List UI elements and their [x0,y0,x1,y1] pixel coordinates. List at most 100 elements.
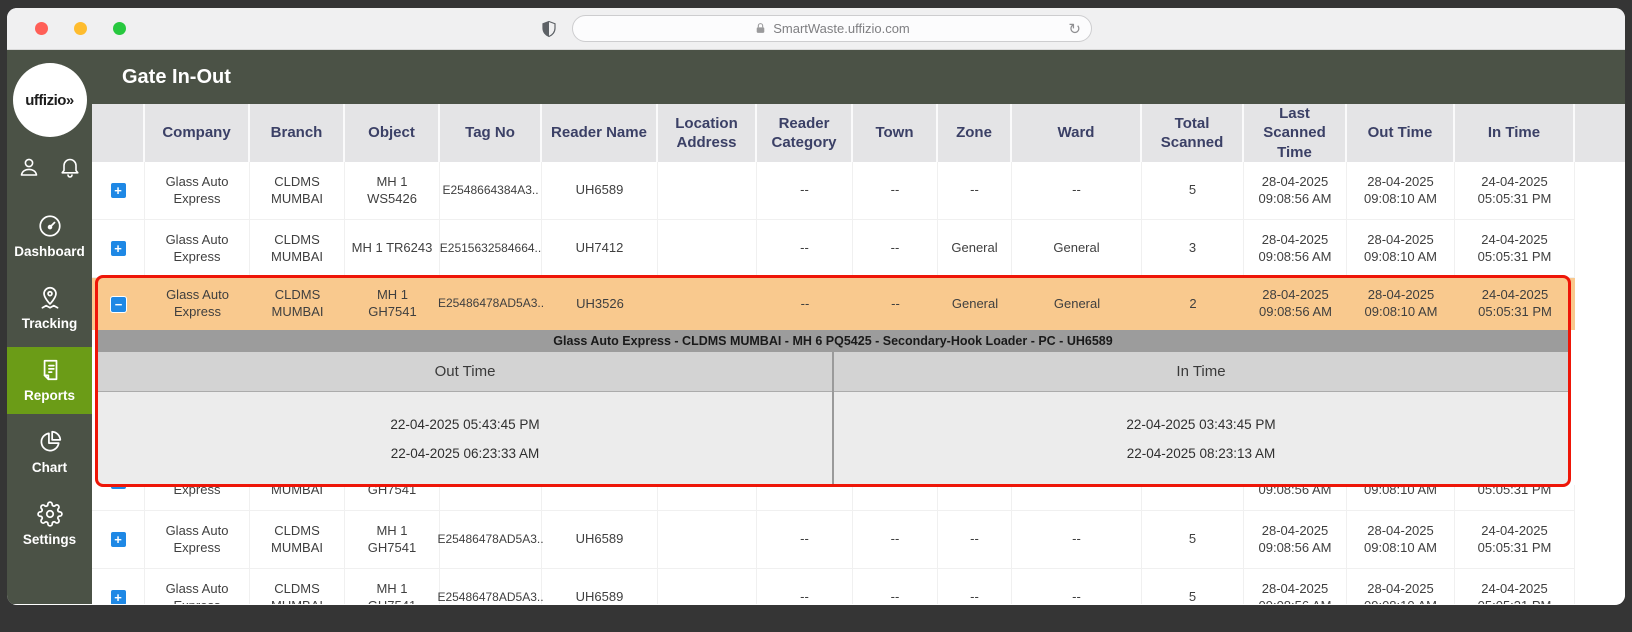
out-time-value: 22-04-2025 06:23:33 AM [390,445,540,461]
column-header-in-time[interactable]: In Time [1455,104,1575,162]
column-header-reader-category[interactable]: Reader Category [757,104,853,162]
cell-reader-category: -- [800,295,810,311]
cell-town: -- [853,162,938,219]
window-close-button[interactable] [35,22,48,35]
cell-object: MH 1 WS5426 [345,162,440,219]
column-header-total-scanned[interactable]: Total Scanned [1142,104,1244,162]
cell-total-scanned: 3 [1142,220,1244,277]
column-header-tag-no[interactable]: Tag No [440,104,542,162]
cell-object: MH 1 GH7541 [345,511,440,568]
cell-zone: General [951,295,999,311]
table-header: Company Branch Object Tag No Reader Name… [92,104,1625,162]
sidebar-item-dashboard[interactable]: Dashboard [7,203,92,270]
sidebar-item-label: Settings [22,532,77,547]
column-header-town[interactable]: Town [853,104,938,162]
cell-in-time: 24-04-2025 05:05:31 PM [1455,485,1575,510]
cell-tag-no: E2548664384A3.. [440,162,542,219]
cell-location-address [658,485,757,510]
cell-ward: -- [1012,569,1142,604]
cell-company: Glass Auto Express [166,287,229,319]
cell-ward: General [1053,295,1101,311]
cell-branch: CLDMS MUMBAI [250,485,345,510]
sidebar-item-reports[interactable]: Reports [7,347,92,414]
partially-hidden-row: + Glass Auto ExpressCLDMS MUMBAIMH 1 GH75… [92,485,1625,511]
cell-last-scanned-time: 28-04-2025 09:08:56 AM [1244,569,1347,604]
column-header-last-scanned-time[interactable]: Last Scanned Time [1244,104,1347,162]
in-time-value: 22-04-2025 03:43:45 PM [1126,416,1276,432]
expand-cell: + [92,162,145,219]
cell-object: MH 1 GH7541 [368,287,417,319]
cell-out-time: 28-04-2025 09:08:10 AM [1364,287,1438,319]
sidebar-item-chart[interactable]: Chart [7,419,92,486]
column-header-expand [92,104,145,162]
expand-row-button[interactable]: + [109,240,127,257]
cell-reader-name: UH6589 [542,569,658,604]
cell-last-scanned-time: 28-04-2025 09:08:56 AM [1244,220,1347,277]
in-time-subheader: In Time [834,352,1568,392]
bell-icon[interactable] [58,155,82,179]
shield-icon[interactable] [540,19,558,39]
sidebar-item-tracking[interactable]: Tracking [7,275,92,342]
expand-row-button[interactable]: + [109,182,127,199]
cell-reader-category: -- [757,162,853,219]
window-controls [7,22,126,35]
cell-branch: CLDMS MUMBAI [250,569,345,604]
cell-object: MH 1 GH7541 [345,569,440,604]
column-header-zone[interactable]: Zone [938,104,1012,162]
window-minimize-button[interactable] [74,22,87,35]
cell-reader-name: UH6589 [542,162,658,219]
cell-ward: General [1012,220,1142,277]
cell-in-time: 24-04-2025 05:05:31 PM [1478,287,1552,319]
cell-total-scanned: 2 [1189,295,1197,311]
uffizio-logo[interactable]: uffizio» [12,63,87,137]
cell-last-scanned-time: 28-04-2025 09:08:56 AM [1244,485,1347,510]
column-header-location-address[interactable]: Location Address [658,104,757,162]
cell-zone: -- [938,162,1012,219]
column-header-reader-name[interactable]: Reader Name [542,104,658,162]
report-document-icon [37,357,63,383]
expand-row-button[interactable]: + [109,485,127,490]
column-header-out-time[interactable]: Out Time [1347,104,1455,162]
cell-zone: -- [938,485,1012,510]
sidebar-item-settings[interactable]: Settings [7,491,92,558]
collapse-row-button[interactable]: − [110,295,127,313]
window-zoom-button[interactable] [113,22,126,35]
url-bar[interactable]: SmartWaste.uffizio.com ↻ [572,15,1092,42]
cell-location-address [658,220,757,277]
column-header-ward[interactable]: Ward [1012,104,1142,162]
cell-object: MH 1 TR6243 [345,220,440,277]
expand-cell: − [92,278,145,330]
gear-icon [36,501,63,527]
map-pin-icon [37,285,63,311]
cell-total-scanned: 5 [1142,485,1244,510]
cell-ward: -- [1012,162,1142,219]
column-header-object[interactable]: Object [345,104,440,162]
cell-location-address [658,162,757,219]
column-header-branch[interactable]: Branch [250,104,345,162]
cell-zone: General [938,220,1012,277]
cell-branch: CLDMS MUMBAI [250,162,345,219]
out-time-subheader: Out Time [98,352,832,392]
cell-in-time: 24-04-2025 05:05:31 PM [1455,569,1575,604]
cell-branch: CLDMS MUMBAI [271,287,324,319]
cell-company: Glass Auto Express [145,569,250,604]
browser-window: SmartWaste.uffizio.com ↻ uffizio» Dashbo… [7,8,1625,605]
expanded-row-summary: Glass Auto Express - CLDMS MUMBAI - MH 6… [98,330,1568,352]
cell-ward: -- [1012,485,1142,510]
cell-out-time: 28-04-2025 09:08:10 AM [1347,511,1455,568]
expand-row-button[interactable]: + [109,589,127,604]
column-header-company[interactable]: Company [145,104,250,162]
cell-reader-name: UH3526 [576,295,624,311]
cell-total-scanned: 5 [1142,511,1244,568]
expand-row-button[interactable]: + [109,531,127,548]
user-icon[interactable] [17,155,41,179]
refresh-icon[interactable]: ↻ [1068,20,1081,38]
page-title: Gate In-Out [92,50,1625,104]
sidebar-item-label: Dashboard [14,244,85,259]
cell-reader-category: -- [757,569,853,604]
table-row: + Glass Auto ExpressCLDMS MUMBAIMH 1 GH75… [92,485,1575,511]
expanded-detail-panel: Glass Auto Express - CLDMS MUMBAI - MH 6… [98,330,1568,485]
cell-town: -- [853,511,938,568]
cell-tag-no: E25486478AD5A3.. [437,485,544,510]
cell-last-scanned-time: 28-04-2025 09:08:56 AM [1244,511,1347,568]
